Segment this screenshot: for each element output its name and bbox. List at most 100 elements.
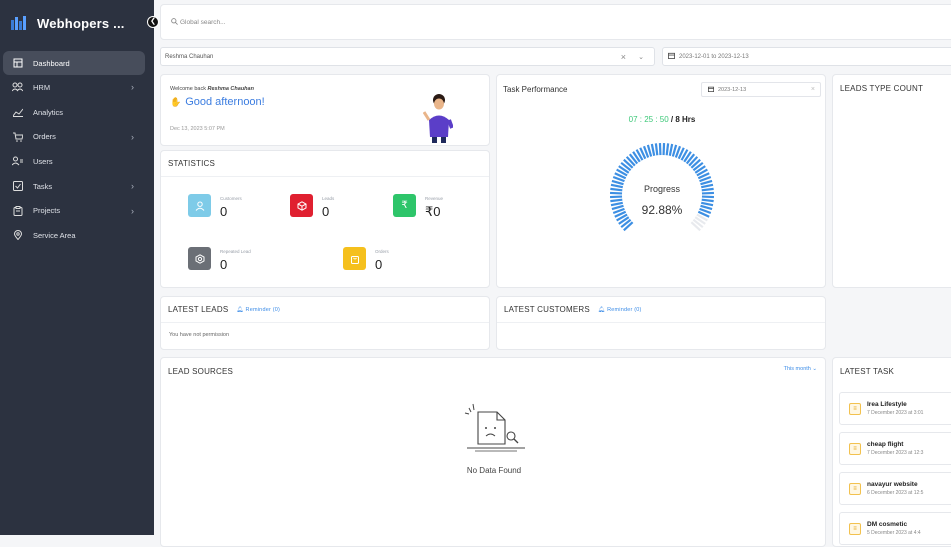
gauge-segment [656,143,657,155]
users-group-icon [12,82,23,93]
timer-elapsed: 07 : 25 : 50 [629,115,669,124]
task-icon: ≡ [849,403,861,415]
welcome-user-name: Reshma Chauhan [208,86,254,92]
empty-document-icon [461,400,531,458]
location-pin-icon [12,230,23,241]
stat-value: 0 [220,257,251,272]
shopping-bag-icon [343,247,366,270]
sidebar: Webhopers ... Dashboard HRM › Analytics … [0,0,154,535]
greeting-text: Good afternoon! [185,96,265,108]
stat-value: 0 [220,204,242,219]
chevron-down-icon[interactable]: ⌄ [638,53,644,61]
stat-orders: Orders 0 [343,247,389,272]
brand[interactable]: Webhopers ... [0,0,154,46]
sidebar-item-label: Users [33,157,53,166]
date-range-value: 2023-12-01 to 2023-12-13 [679,54,749,60]
bell-icon: 🔔︎ [598,307,605,313]
gauge-segment [610,200,622,201]
clear-icon[interactable]: × [811,86,815,93]
permission-message: You have not permission [161,323,489,338]
task-item[interactable]: ≡ DM cosmetic5 December 2023 at 4:4 [839,512,951,545]
reminder-link[interactable]: 🔔︎Reminder (0) [598,307,642,313]
gauge-value: 92.88% [606,203,718,217]
latest-customers-title: LATEST CUSTOMERS [504,305,590,314]
user-select[interactable]: Reshma Chauhan × ⌄ [160,47,655,66]
task-performance-title: Task Performance [503,85,567,94]
sidebar-item-analytics[interactable]: Analytics [0,100,154,125]
wave-icon: ✋ [170,97,181,108]
sidebar-item-dashboard[interactable]: Dashboard [3,51,145,75]
task-title: cheap flight [867,441,923,448]
period-dropdown[interactable]: This month ⌄ [784,366,817,372]
stat-value: 0 [375,257,389,272]
gauge-label: Progress [606,184,718,194]
gauge-segment [670,144,672,156]
leads-type-count-card: LEADS TYPE COUNT [832,74,951,288]
chevron-right-icon: › [131,206,134,216]
chevron-down-icon: ⌄ [812,366,817,372]
reminder-link[interactable]: 🔔︎Reminder (0) [236,307,280,313]
task-item[interactable]: ≡ Irea Lifestyle 7 December 2023 at 3:01 [839,392,951,425]
task-date-picker[interactable]: 2023-12-13 × [701,82,821,97]
gauge-segment [648,145,651,157]
reminder-label: Reminder (0) [246,307,281,313]
lead-sources-card: LEAD SOURCES This month ⌄ No Data Found [160,357,826,547]
stat-label: Leads [322,196,334,201]
sidebar-item-label: Tasks [33,182,52,191]
welcome-text: Welcome back Reshma Chauhan [170,86,254,92]
sidebar-item-label: Dashboard [33,59,70,68]
clipboard-icon [12,205,23,216]
date-range-picker[interactable]: 2023-12-01 to 2023-12-13 [662,47,951,66]
latest-leads-title: LATEST LEADS [168,305,228,314]
sidebar-nav: Dashboard HRM › Analytics Orders › Users… [0,51,154,248]
stat-label: Orders [375,249,389,254]
task-icon: ≡ [849,443,861,455]
sidebar-item-orders[interactable]: Orders › [0,124,154,149]
stat-leads: Leads 0 [290,194,334,219]
chevron-right-icon: › [131,181,134,191]
sidebar-item-service-area[interactable]: Service Area [0,223,154,248]
welcome-prefix: Welcome back [170,86,206,92]
avatar-illustration [423,92,453,144]
task-date: 7 December 2023 at 3:01 [867,410,923,416]
sidebar-item-label: Service Area [33,231,76,240]
task-title: navayur website [867,481,923,488]
latest-task-title: LATEST TASK [833,358,951,384]
sidebar-item-label: Orders [33,132,56,141]
search-input[interactable]: Global search... [180,19,226,26]
timer: 07 : 25 : 50 / 8 Hrs [497,115,826,124]
timer-total: / 8 Hrs [671,115,695,124]
gauge-segment [652,144,654,156]
user-icon [12,156,23,167]
sidebar-item-hrm[interactable]: HRM › [0,75,154,100]
task-title: Irea Lifestyle [867,401,923,408]
stat-value: 0 [322,204,334,219]
sidebar-item-label: HRM [33,83,50,92]
box-icon [290,194,313,217]
welcome-card: Welcome back Reshma Chauhan ✋ Good after… [160,74,490,146]
chevron-right-icon: › [131,132,134,142]
task-item[interactable]: ≡ navayur website6 December 2023 at 12:5 [839,472,951,505]
global-search[interactable]: Global search... [160,4,951,40]
lead-sources-title: LEAD SOURCES [161,358,825,384]
repeat-box-icon [188,247,211,270]
sidebar-item-users[interactable]: Users [0,149,154,174]
stat-revenue: ₹ Revenue₹0 [393,194,443,220]
task-icon: ≡ [849,523,861,535]
gauge-segment [667,143,668,155]
latest-customers-header: LATEST CUSTOMERS 🔔︎Reminder (0) [497,297,825,323]
task-performance-card: Task Performance 2023-12-13 × 07 : 25 : … [496,74,826,288]
sidebar-item-tasks[interactable]: Tasks › [0,174,154,199]
sidebar-item-projects[interactable]: Projects › [0,198,154,223]
brand-name: Webhopers ... [37,16,125,31]
clear-icon[interactable]: × [621,52,626,62]
stat-label: Customers [220,196,242,201]
sidebar-collapse-button[interactable]: ❮ [147,16,159,28]
stat-repeated-lead: Repeated Lead0 [188,247,251,272]
calendar-icon [708,86,714,94]
bell-icon: 🔔︎ [236,307,243,313]
task-item[interactable]: ≡ cheap flight7 December 2023 at 12:3 [839,432,951,465]
user-select-value: Reshma Chauhan [165,54,213,60]
checkbox-icon [12,181,23,192]
main-content: Global search... Reshma Chauhan × ⌄ 2023… [154,0,951,535]
